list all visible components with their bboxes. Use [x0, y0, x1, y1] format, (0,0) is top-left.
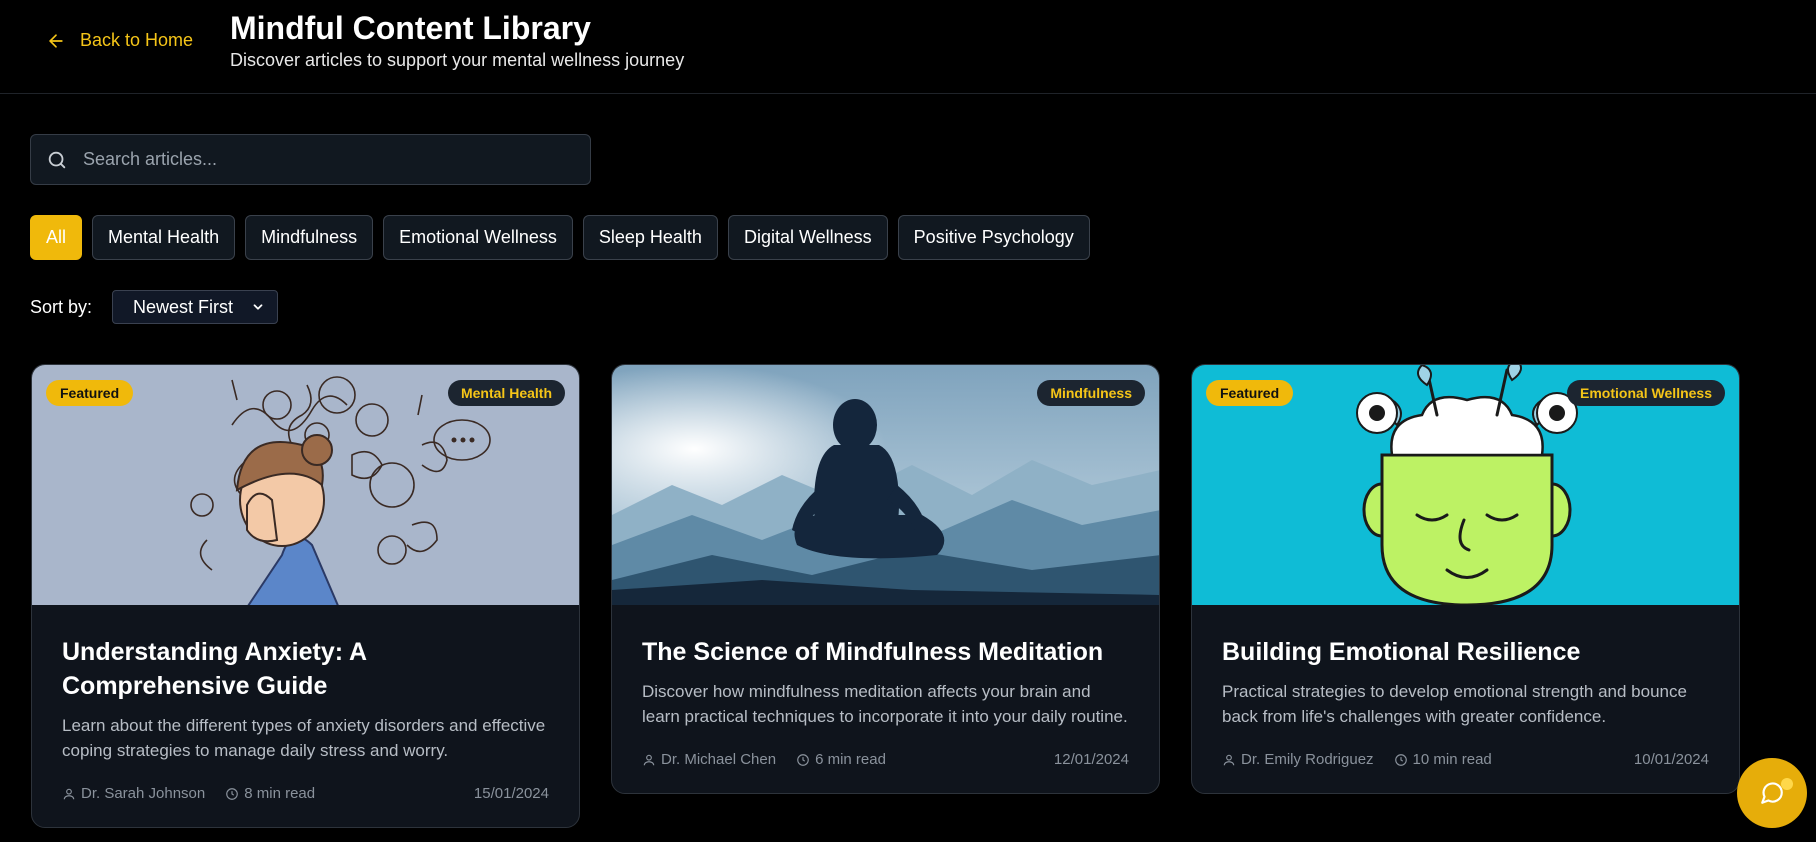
article-meta: Dr. Sarah Johnson 8 min read 15/01/2024 — [62, 785, 549, 827]
search-box — [30, 134, 591, 185]
author-name: Dr. Michael Chen — [661, 751, 777, 768]
article-description: Practical strategies to develop emotiona… — [1222, 682, 1687, 726]
author: Dr. Sarah Johnson — [62, 785, 205, 802]
sort-selected-value: Newest First — [133, 296, 234, 317]
featured-badge: Featured — [1206, 380, 1294, 406]
filter-chip-mindfulness[interactable]: Mindfulness — [245, 215, 374, 260]
back-to-home-link[interactable]: Back to Home — [46, 30, 193, 51]
category-badge: Mindfulness — [1037, 380, 1145, 406]
read-time-text: 6 min read — [815, 751, 886, 768]
clock-icon — [1394, 753, 1407, 766]
page-subtitle: Discover articles to support your mental… — [230, 50, 685, 70]
publish-date: 10/01/2024 — [1633, 751, 1709, 768]
sort-label: Sort by: — [30, 296, 93, 317]
filter-chip-digital-wellness[interactable]: Digital Wellness — [727, 215, 888, 260]
filter-chip-all[interactable]: All — [30, 215, 83, 260]
chat-button[interactable] — [1737, 758, 1807, 828]
sort-control: Sort by: Newest First — [30, 290, 279, 324]
article-title[interactable]: Building Emotional Resilience — [1222, 635, 1709, 669]
page-title: Mindful Content Library — [230, 10, 591, 46]
article-description: Learn about the different types of anxie… — [62, 716, 546, 760]
read-time: 6 min read — [796, 751, 886, 768]
category-badge: Mental Health — [447, 380, 565, 406]
filter-chip-mental-health[interactable]: Mental Health — [92, 215, 236, 260]
featured-badge: Featured — [46, 380, 134, 406]
article-image-resilience: Featured Emotional Wellness — [1192, 365, 1739, 605]
author-name: Dr. Emily Rodriguez — [1241, 751, 1374, 768]
category-badge: Emotional Wellness — [1567, 380, 1725, 406]
chevron-down-icon — [253, 304, 263, 310]
filter-chip-sleep-health[interactable]: Sleep Health — [582, 215, 718, 260]
article-title[interactable]: The Science of Mindfulness Meditation — [642, 635, 1129, 669]
article-card[interactable]: Featured Mental Health Understanding Anx… — [31, 364, 580, 828]
article-title[interactable]: Understanding Anxiety: A Comprehensive G… — [62, 635, 549, 703]
author: Dr. Michael Chen — [642, 751, 776, 768]
search-input[interactable] — [83, 149, 543, 170]
article-card[interactable]: Mindfulness The Science of Mindfulness M… — [611, 364, 1160, 794]
article-description: Discover how mindfulness meditation affe… — [642, 682, 1128, 726]
clock-icon — [226, 787, 239, 800]
article-image-anxiety: Featured Mental Health — [32, 365, 579, 605]
user-icon — [63, 788, 75, 799]
publish-date: 12/01/2024 — [1053, 751, 1129, 768]
article-image-meditation: Mindfulness — [612, 365, 1159, 605]
search-icon — [48, 151, 66, 168]
filter-chip-positive-psychology[interactable]: Positive Psychology — [897, 215, 1090, 260]
author-name: Dr. Sarah Johnson — [81, 785, 206, 802]
read-time: 8 min read — [225, 785, 315, 802]
user-icon — [643, 754, 655, 765]
category-filters: All Mental Health Mindfulness Emotional … — [30, 215, 1090, 260]
clock-icon — [797, 753, 809, 766]
page-header: Back to Home Mindful Content Library Dis… — [0, 0, 1816, 94]
user-icon — [1223, 754, 1235, 765]
read-time-text: 10 min read — [1412, 751, 1492, 768]
publish-date: 15/01/2024 — [473, 785, 549, 802]
read-time-text: 8 min read — [244, 785, 316, 802]
notification-dot — [1781, 778, 1793, 790]
article-card[interactable]: Featured Emotional Wellness Building Emo… — [1191, 364, 1740, 794]
back-label: Back to Home — [80, 30, 194, 50]
read-time: 10 min read — [1394, 751, 1492, 768]
author: Dr. Emily Rodriguez — [1222, 751, 1374, 768]
filter-chip-emotional-wellness[interactable]: Emotional Wellness — [383, 215, 573, 260]
article-meta: Dr. Emily Rodriguez 10 min read 10/01/20… — [1222, 751, 1709, 793]
article-meta: Dr. Michael Chen 6 min read 12/01/2024 — [642, 751, 1129, 793]
arrow-left-icon — [49, 33, 63, 48]
sort-select[interactable]: Newest First — [112, 290, 279, 324]
